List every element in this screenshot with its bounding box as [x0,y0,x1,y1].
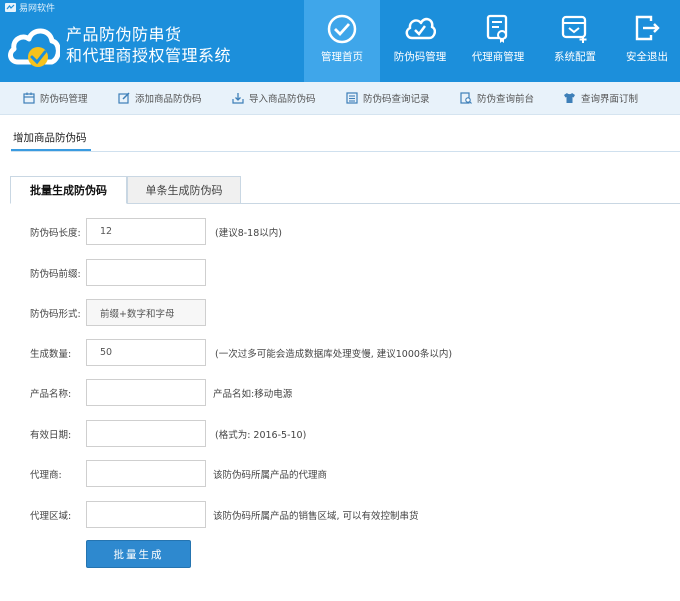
sub-toolbar: 防伪码管理 添加商品防伪码 导入商品防伪码 防伪码查询记录 防伪查询前台 查询界… [0,82,680,115]
page-title: 增加商品防伪码 [13,132,87,144]
agent-input[interactable] [86,460,206,487]
product-hint: 产品名如:移动电源 [213,389,293,400]
length-input[interactable]: 12 [86,218,206,245]
main-nav: 管理首页 防伪码管理 代理商管理 系统配置 安全退出 [304,0,680,82]
subnav-ui-customize[interactable]: 查询界面订制 [563,91,638,105]
region-input[interactable] [86,501,206,528]
app-title: 产品防伪防串货 和代理商授权管理系统 [66,24,231,66]
region-label: 代理区域: [30,511,72,522]
nav-label: 安全退出 [626,51,668,63]
settings-box-icon [561,15,587,43]
list-icon [346,92,358,104]
nav-label: 代理商管理 [471,51,525,63]
subnav-label: 防伪查询前台 [477,94,535,105]
nav-item-home[interactable]: 管理首页 [304,0,380,82]
prefix-label: 防伪码前缀: [30,269,81,280]
count-input[interactable]: 50 [86,339,206,366]
style-select[interactable]: 前缀+数字和字母 [86,299,206,326]
form-row-product: 产品名称: 产品名如:移动电源 [0,379,680,406]
nav-item-logout[interactable]: 安全退出 [614,0,680,82]
subnav-code-management[interactable]: 防伪码管理 [23,91,88,105]
subnav-query-log[interactable]: 防伪码查询记录 [346,91,430,105]
subnav-add-code[interactable]: 添加商品防伪码 [118,91,202,105]
agent-label: 代理商: [30,470,62,481]
nav-item-agent-management[interactable]: 代理商管理 [460,0,536,82]
form-row-style: 防伪码形式: 前缀+数字和字母 [0,299,680,326]
subnav-label: 防伪码管理 [40,94,88,105]
app-title-line2: 和代理商授权管理系统 [66,46,232,65]
product-input[interactable] [86,379,206,406]
top-header: 易网软件 产品防伪防串货 和代理商授权管理系统 管理首页 防伪码管理 代理商管理… [0,0,680,82]
logout-icon [635,15,660,41]
count-hint: (一次过多可能会造成数据库处理变慢, 建议1000条以内) [215,349,453,360]
nav-label: 系统配置 [554,51,596,63]
nav-item-code-management[interactable]: 防伪码管理 [380,0,460,82]
cloud-check-icon [405,17,436,40]
form-row-prefix: 防伪码前缀: [0,259,680,286]
tab-divider [127,203,680,204]
style-label: 防伪码形式: [30,309,81,320]
form-row-length: 防伪码长度: 12 (建议8-18以内) [0,218,680,245]
form-row-expiry: 有效日期: (格式为: 2016-5-10) [0,420,680,447]
tab-batch-generate[interactable]: 批量生成防伪码 [10,176,127,204]
vendor-name: 易网软件 [19,3,56,14]
expiry-label: 有效日期: [30,430,72,441]
batch-generate-button[interactable]: 批量生成 [86,540,191,568]
nav-label: 防伪码管理 [393,51,447,63]
nav-item-system-config[interactable]: 系统配置 [536,0,614,82]
subnav-label: 导入商品防伪码 [249,94,316,105]
certificate-icon [486,14,508,43]
subnav-query-frontend[interactable]: 防伪查询前台 [460,91,534,105]
app-title-line1: 产品防伪防串货 [66,25,182,44]
subnav-label: 添加商品防伪码 [135,94,202,105]
length-label: 防伪码长度: [30,228,81,239]
prefix-input[interactable] [86,259,206,286]
form-row-agent: 代理商: 该防伪码所属产品的代理商 [0,460,680,487]
expiry-hint: (格式为: 2016-5-10) [215,430,307,441]
calendar-icon [23,92,35,104]
app-logo-icon [8,28,60,67]
vendor-logo-icon [5,2,16,12]
edit-icon [118,92,130,104]
shirt-icon [564,93,575,103]
subnav-import-code[interactable]: 导入商品防伪码 [232,91,316,105]
vendor-brand: 易网软件 [5,1,56,14]
region-hint: 该防伪码所属产品的销售区域, 可以有效控制串货 [213,511,419,522]
form-row-region: 代理区域: 该防伪码所属产品的销售区域, 可以有效控制串货 [0,501,680,528]
section-divider [11,151,680,152]
import-icon [232,93,244,104]
tab-single-generate[interactable]: 单条生成防伪码 [127,176,241,204]
expiry-input[interactable] [86,420,206,447]
checkmark-circle-icon [327,14,357,44]
agent-hint: 该防伪码所属产品的代理商 [213,470,328,481]
search-doc-icon [460,92,472,104]
length-hint: (建议8-18以内) [215,228,282,239]
subnav-label: 防伪码查询记录 [363,94,430,105]
count-label: 生成数量: [30,349,72,360]
nav-label: 管理首页 [321,51,363,63]
subnav-label: 查询界面订制 [581,94,639,105]
form-row-count: 生成数量: 50 (一次过多可能会造成数据库处理变慢, 建议1000条以内) [0,339,680,366]
product-label: 产品名称: [30,389,72,400]
